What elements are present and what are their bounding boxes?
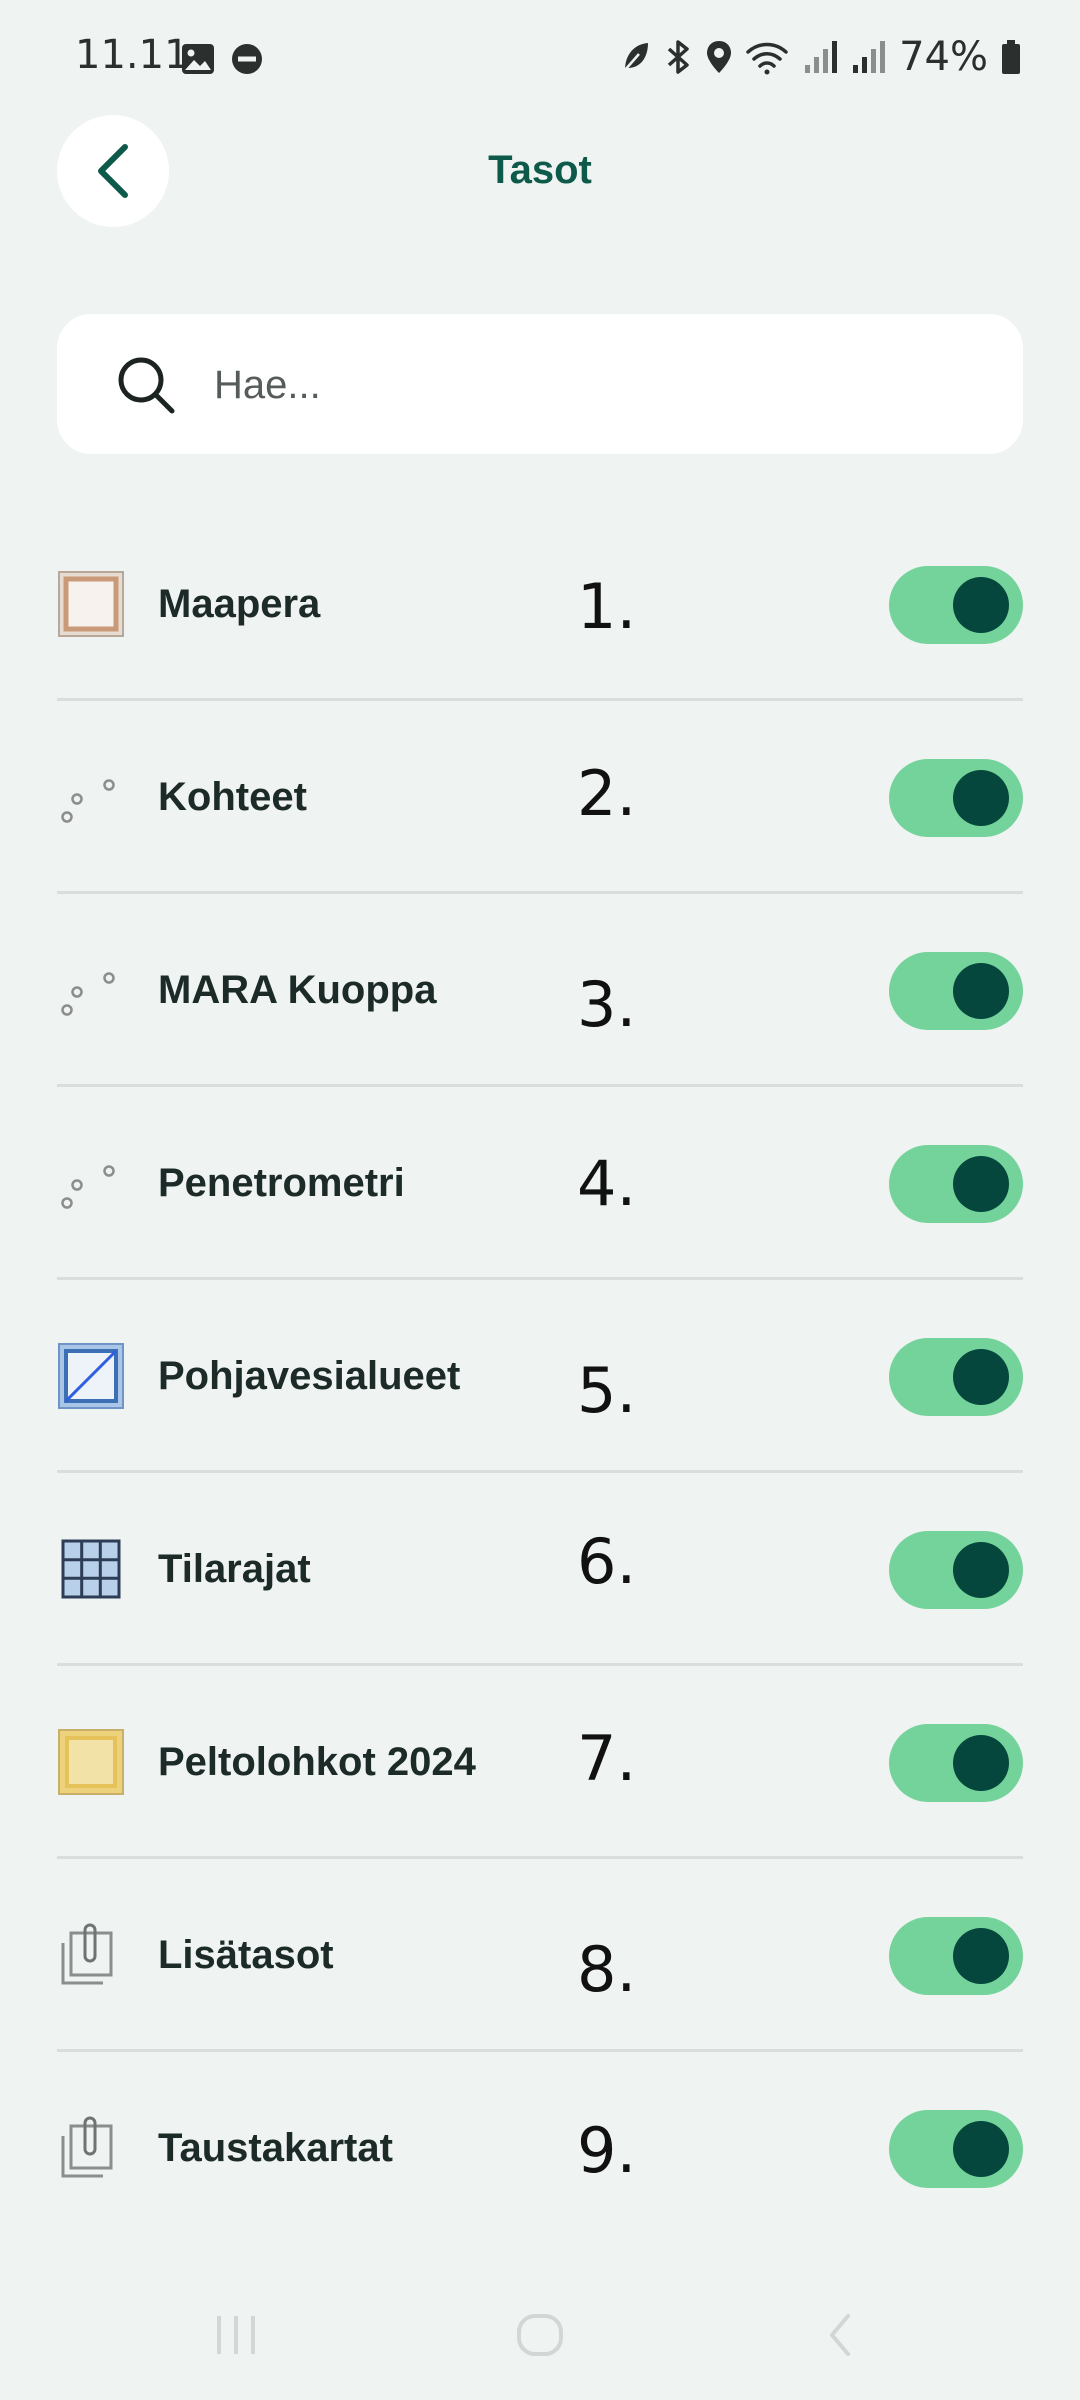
wifi-icon [746, 42, 788, 75]
status-bar: 11.11 74% [0, 0, 1080, 118]
layer-toggle-kohteet[interactable] [889, 759, 1023, 837]
polygon-blue-hatched-icon [58, 1343, 124, 1409]
location-icon [707, 41, 732, 73]
layer-toggle-lisatasot[interactable] [889, 1917, 1023, 1995]
toggle-knob [953, 1349, 1009, 1405]
battery-percentage: 74% [899, 34, 988, 80]
layer-number: 8. [577, 1933, 637, 2006]
layer-number: 2. [577, 757, 637, 830]
layer-label: Pohjavesialueet [158, 1354, 461, 1398]
layer-number: 9. [577, 2114, 637, 2187]
navigation-bar [0, 2270, 1080, 2400]
layer-toggle-peltolohkot-2024[interactable] [889, 1724, 1023, 1802]
toggle-knob [953, 1928, 1009, 1984]
layer-label: MARA Kuoppa [158, 968, 437, 1012]
status-left-icons [180, 42, 264, 76]
toggle-knob [953, 1156, 1009, 1212]
toggle-knob [953, 770, 1009, 826]
toggle-knob [953, 1542, 1009, 1598]
layer-row-taustakartat: Taustakartat 9. [57, 2052, 1023, 2245]
status-time: 11.11 [75, 32, 190, 78]
layer-number: 6. [577, 1525, 637, 1598]
layer-label: Taustakartat [158, 2126, 393, 2170]
layer-number: 4. [577, 1147, 637, 1220]
toggle-knob [953, 1735, 1009, 1791]
layer-row-maapera: Maapera 1. [57, 508, 1023, 701]
gallery-icon [182, 44, 214, 74]
search-input[interactable] [212, 344, 996, 426]
signal-icon-2 [853, 41, 886, 73]
toggle-knob [953, 577, 1009, 633]
toggle-knob [953, 2121, 1009, 2177]
do-not-disturb-icon [232, 44, 262, 74]
layer-label: Peltolohkot 2024 [158, 1740, 476, 1784]
layers-group-icon [61, 2116, 113, 2178]
layer-toggle-taustakartat[interactable] [889, 2110, 1023, 2188]
layer-number: 7. [577, 1722, 637, 1795]
layer-row-penetrometri: Penetrometri 4. [57, 1087, 1023, 1280]
layer-toggle-penetrometri[interactable] [889, 1145, 1023, 1223]
layer-label: Kohteet [158, 775, 307, 819]
toggle-knob [953, 963, 1009, 1019]
search-box[interactable] [57, 314, 1023, 454]
layers-group-icon [61, 1923, 113, 1985]
layer-label: Penetrometri [158, 1161, 405, 1205]
bluetooth-icon [667, 40, 689, 74]
recent-apps-icon [217, 2316, 255, 2354]
layer-toggle-mara-kuoppa[interactable] [889, 952, 1023, 1030]
layer-row-tilarajat: Tilarajat 6. [57, 1473, 1023, 1666]
layer-toggle-pohjavesialueet[interactable] [889, 1338, 1023, 1416]
layer-row-lisatasot: Lisätasot 8. [57, 1859, 1023, 2052]
home-icon [517, 2314, 563, 2356]
layer-row-kohteet: Kohteet 2. [57, 701, 1023, 894]
recent-apps-button[interactable] [196, 2300, 276, 2370]
system-back-button[interactable] [800, 2300, 880, 2370]
power-saving-icon [624, 43, 649, 71]
layer-list: Maapera 1. Kohteet 2. MARA Kuoppa 3. Pen… [57, 508, 1023, 2245]
back-arrow-icon [830, 2314, 850, 2356]
layer-row-pohjavesialueet: Pohjavesialueet 5. [57, 1280, 1023, 1473]
battery-icon [1002, 40, 1020, 74]
home-button[interactable] [500, 2300, 580, 2370]
layer-label: Tilarajat [158, 1547, 311, 1591]
page-title: Tasot [488, 148, 592, 192]
layer-number: 1. [577, 570, 637, 643]
layer-label: Maapera [158, 582, 321, 626]
grid-icon [61, 1539, 121, 1599]
points-icon [61, 779, 115, 823]
layer-number: 3. [577, 968, 637, 1041]
search-icon [118, 357, 175, 414]
layer-label: Lisätasot [158, 1933, 334, 1977]
points-icon [61, 1165, 115, 1209]
layer-number: 5. [577, 1354, 637, 1427]
layer-row-mara-kuoppa: MARA Kuoppa 3. [57, 894, 1023, 1087]
polygon-brown-icon [58, 571, 124, 637]
status-right-icons: 74% [621, 34, 1022, 80]
layer-row-peltolohkot-2024: Peltolohkot 2024 7. [57, 1666, 1023, 1859]
layer-toggle-maapera[interactable] [889, 566, 1023, 644]
signal-icon [805, 41, 838, 73]
layer-toggle-tilarajat[interactable] [889, 1531, 1023, 1609]
polygon-yellow-icon [58, 1729, 124, 1795]
points-icon [61, 972, 115, 1016]
